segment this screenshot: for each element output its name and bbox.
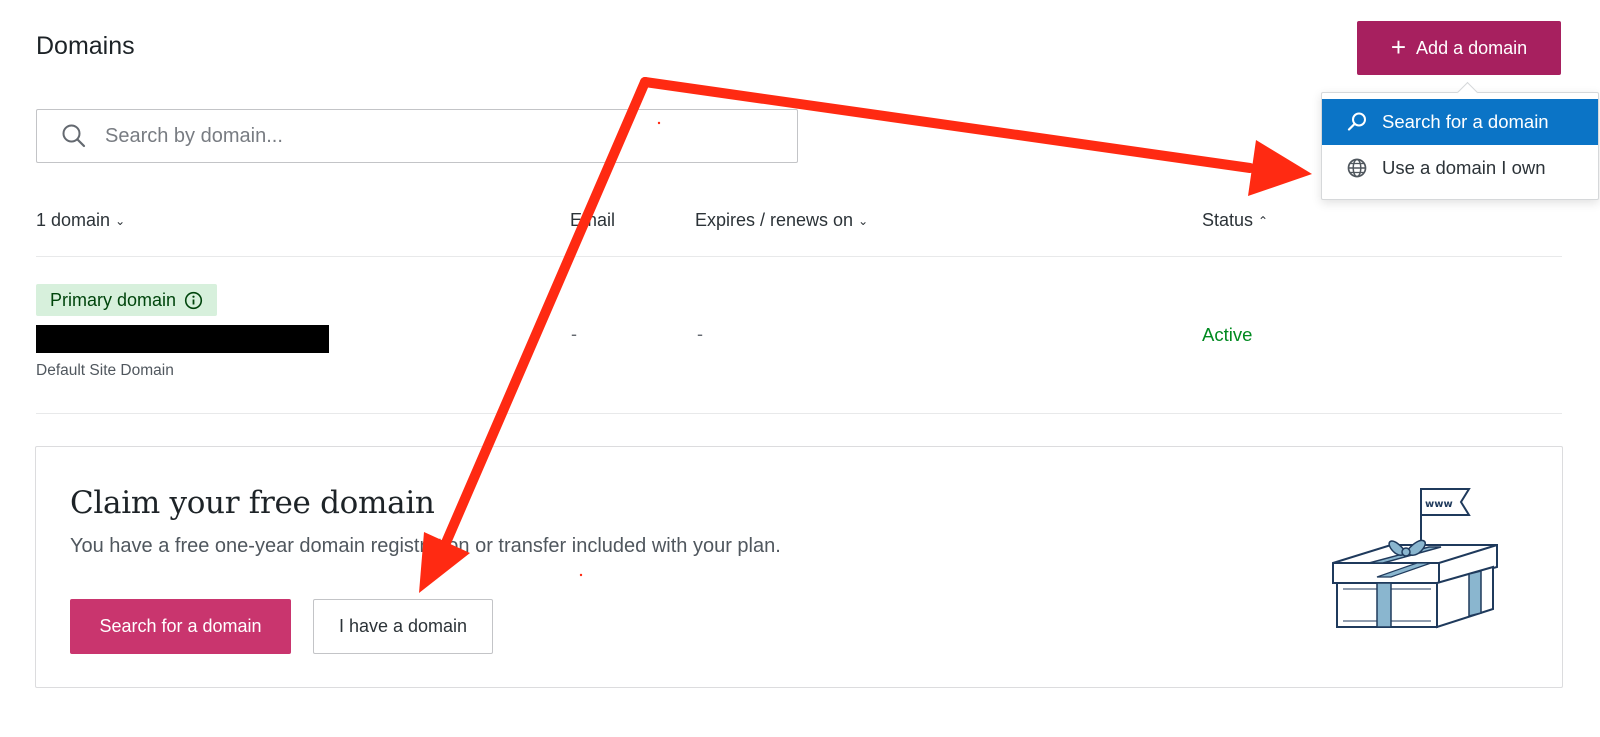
- menu-item-label: Use a domain I own: [1382, 157, 1546, 178]
- chevron-down-icon: ⌄: [115, 213, 126, 228]
- status-column-label: Status: [1202, 210, 1254, 230]
- menu-item-search-domain[interactable]: Search for a domain: [1322, 99, 1598, 145]
- add-domain-button-label: Add a domain: [1416, 37, 1528, 58]
- claim-title: Claim your free domain: [70, 485, 435, 521]
- menu-item-label: Search for a domain: [1382, 111, 1549, 132]
- claim-domain-card: Claim your free domain You have a free o…: [35, 446, 1563, 688]
- redacted-domain-name: [36, 325, 329, 353]
- info-icon[interactable]: [184, 291, 203, 310]
- menu-item-use-own-domain[interactable]: Use a domain I own: [1322, 145, 1598, 191]
- badge-label: Primary domain: [50, 289, 177, 310]
- claim-description: You have a free one-year domain registra…: [70, 535, 781, 557]
- gift-box-illustration: www: [1332, 488, 1498, 629]
- status-badge: Active: [1202, 324, 1253, 345]
- add-domain-button[interactable]: + Add a domain: [1357, 21, 1561, 75]
- email-column-label: Email: [570, 210, 616, 230]
- search-input[interactable]: [105, 124, 745, 148]
- add-domain-menu: Search for a domain Use a domain I own: [1321, 92, 1599, 200]
- divider: [36, 256, 1562, 257]
- column-header-expires[interactable]: Expires / renews on ⌄: [695, 210, 868, 231]
- domain-count-sort[interactable]: 1 domain ⌄: [36, 210, 125, 231]
- email-value: -: [571, 324, 577, 344]
- globe-icon: [1347, 158, 1367, 178]
- search-domain-button[interactable]: Search for a domain: [70, 599, 291, 654]
- domain-search: [36, 109, 798, 163]
- domain-subtitle: Default Site Domain: [36, 362, 174, 379]
- chevron-up-icon: ⌃: [1258, 213, 1269, 228]
- www-flag-text: www: [1425, 499, 1453, 510]
- page-title: Domains: [36, 32, 135, 60]
- have-domain-button[interactable]: I have a domain: [313, 599, 493, 654]
- column-header-email: Email: [570, 210, 615, 231]
- divider: [36, 413, 1562, 414]
- search-icon: [1347, 112, 1366, 131]
- expires-value: -: [697, 324, 703, 344]
- plus-icon: +: [1390, 31, 1407, 62]
- search-icon: [62, 124, 86, 148]
- domain-count-label: 1 domain: [36, 210, 111, 230]
- column-header-status[interactable]: Status ⌃: [1202, 210, 1268, 231]
- expires-column-label: Expires / renews on: [695, 210, 854, 230]
- primary-domain-badge: Primary domain: [36, 284, 218, 316]
- chevron-down-icon: ⌄: [858, 213, 869, 228]
